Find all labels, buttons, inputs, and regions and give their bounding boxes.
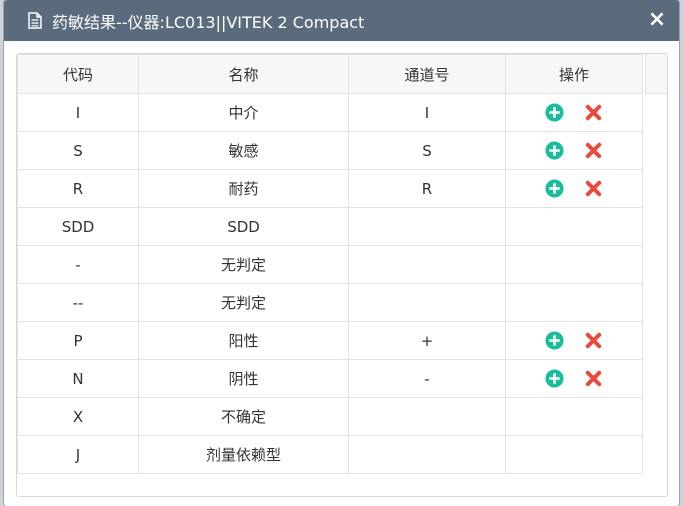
cell-code: P — [17, 321, 139, 360]
table-header-row: 代码 名称 通道号 操作 — [17, 54, 643, 94]
cell-actions — [505, 397, 643, 436]
cell-code: X — [17, 397, 139, 436]
row-actions — [506, 141, 642, 160]
cell-channel: I — [348, 93, 506, 132]
cell-actions — [505, 93, 643, 132]
close-button[interactable]: × — [647, 9, 667, 31]
cell-code: SDD — [17, 207, 139, 246]
cell-code: - — [17, 245, 139, 284]
header-name: 名称 — [138, 54, 349, 94]
cell-actions — [505, 435, 643, 474]
cell-name: SDD — [138, 207, 349, 246]
cell-code: I — [17, 93, 139, 132]
cell-name: 耐药 — [138, 169, 349, 208]
table-row: I 中介 I — [17, 93, 643, 132]
cell-name: 阴性 — [138, 359, 349, 398]
table-row: N 阴性 - — [17, 359, 643, 398]
cell-actions — [505, 131, 643, 170]
row-actions — [506, 179, 642, 198]
result-table: 代码 名称 通道号 操作 I 中介 I S 敏感 S R 耐药 R SDD SDD - 无判 — [17, 54, 643, 474]
cell-channel: R — [348, 169, 506, 208]
cell-code: J — [17, 435, 139, 474]
cell-channel: - — [348, 359, 506, 398]
dialog-titlebar: 药敏结果--仪器:LC013||VITEK 2 Compact × — [4, 0, 679, 41]
dialog-body: 代码 名称 通道号 操作 I 中介 I S 敏感 S R 耐药 R SDD SDD - 无判 — [4, 41, 679, 506]
cell-name: 阳性 — [138, 321, 349, 360]
cell-actions — [505, 359, 643, 398]
table-row: - 无判定 — [17, 245, 643, 284]
table-row: P 阳性 + — [17, 321, 643, 360]
cell-channel — [348, 207, 506, 246]
delete-icon[interactable] — [584, 369, 603, 388]
cell-channel: + — [348, 321, 506, 360]
cell-channel — [348, 397, 506, 436]
delete-icon[interactable] — [584, 179, 603, 198]
cell-code: N — [17, 359, 139, 398]
cell-channel: S — [348, 131, 506, 170]
header-channel: 通道号 — [348, 54, 506, 94]
cell-code: R — [17, 169, 139, 208]
row-actions — [506, 331, 642, 350]
cell-actions — [505, 169, 643, 208]
add-icon[interactable] — [545, 103, 564, 122]
cell-actions — [505, 321, 643, 360]
document-icon — [28, 12, 42, 29]
delete-icon[interactable] — [584, 331, 603, 350]
delete-icon[interactable] — [584, 141, 603, 160]
table-row: X 不确定 — [17, 397, 643, 436]
row-actions — [506, 103, 642, 122]
cell-channel — [348, 283, 506, 322]
table-row: S 敏感 S — [17, 131, 643, 170]
cell-name: 无判定 — [138, 245, 349, 284]
cell-name: 敏感 — [138, 131, 349, 170]
cell-code: S — [17, 131, 139, 170]
add-icon[interactable] — [545, 331, 564, 350]
table-row: -- 无判定 — [17, 283, 643, 322]
cell-channel — [348, 245, 506, 284]
cell-name: 无判定 — [138, 283, 349, 322]
cell-name: 不确定 — [138, 397, 349, 436]
result-table-frame: 代码 名称 通道号 操作 I 中介 I S 敏感 S R 耐药 R SDD SDD - 无判 — [16, 53, 668, 497]
cell-actions — [505, 245, 643, 284]
add-icon[interactable] — [545, 179, 564, 198]
table-body: I 中介 I S 敏感 S R 耐药 R SDD SDD - 无判定 -- 无判定 P 阳性 + N 阴性 - — [17, 93, 643, 474]
cell-name: 中介 — [138, 93, 349, 132]
table-row: J 剂量依赖型 — [17, 435, 643, 474]
header-actions: 操作 — [505, 54, 643, 94]
delete-icon[interactable] — [584, 103, 603, 122]
cell-actions — [505, 283, 643, 322]
table-row: R 耐药 R — [17, 169, 643, 208]
header-code: 代码 — [17, 54, 139, 94]
add-icon[interactable] — [545, 369, 564, 388]
table-row: SDD SDD — [17, 207, 643, 246]
cell-channel — [348, 435, 506, 474]
cell-name: 剂量依赖型 — [138, 435, 349, 474]
cell-code: -- — [17, 283, 139, 322]
drug-sensitivity-dialog: 药敏结果--仪器:LC013||VITEK 2 Compact × 代码 名称 … — [4, 0, 679, 506]
cell-actions — [505, 207, 643, 246]
dialog-title: 药敏结果--仪器:LC013||VITEK 2 Compact — [52, 12, 365, 32]
row-actions — [506, 369, 642, 388]
add-icon[interactable] — [545, 141, 564, 160]
header-scroll-spacer — [645, 54, 667, 94]
